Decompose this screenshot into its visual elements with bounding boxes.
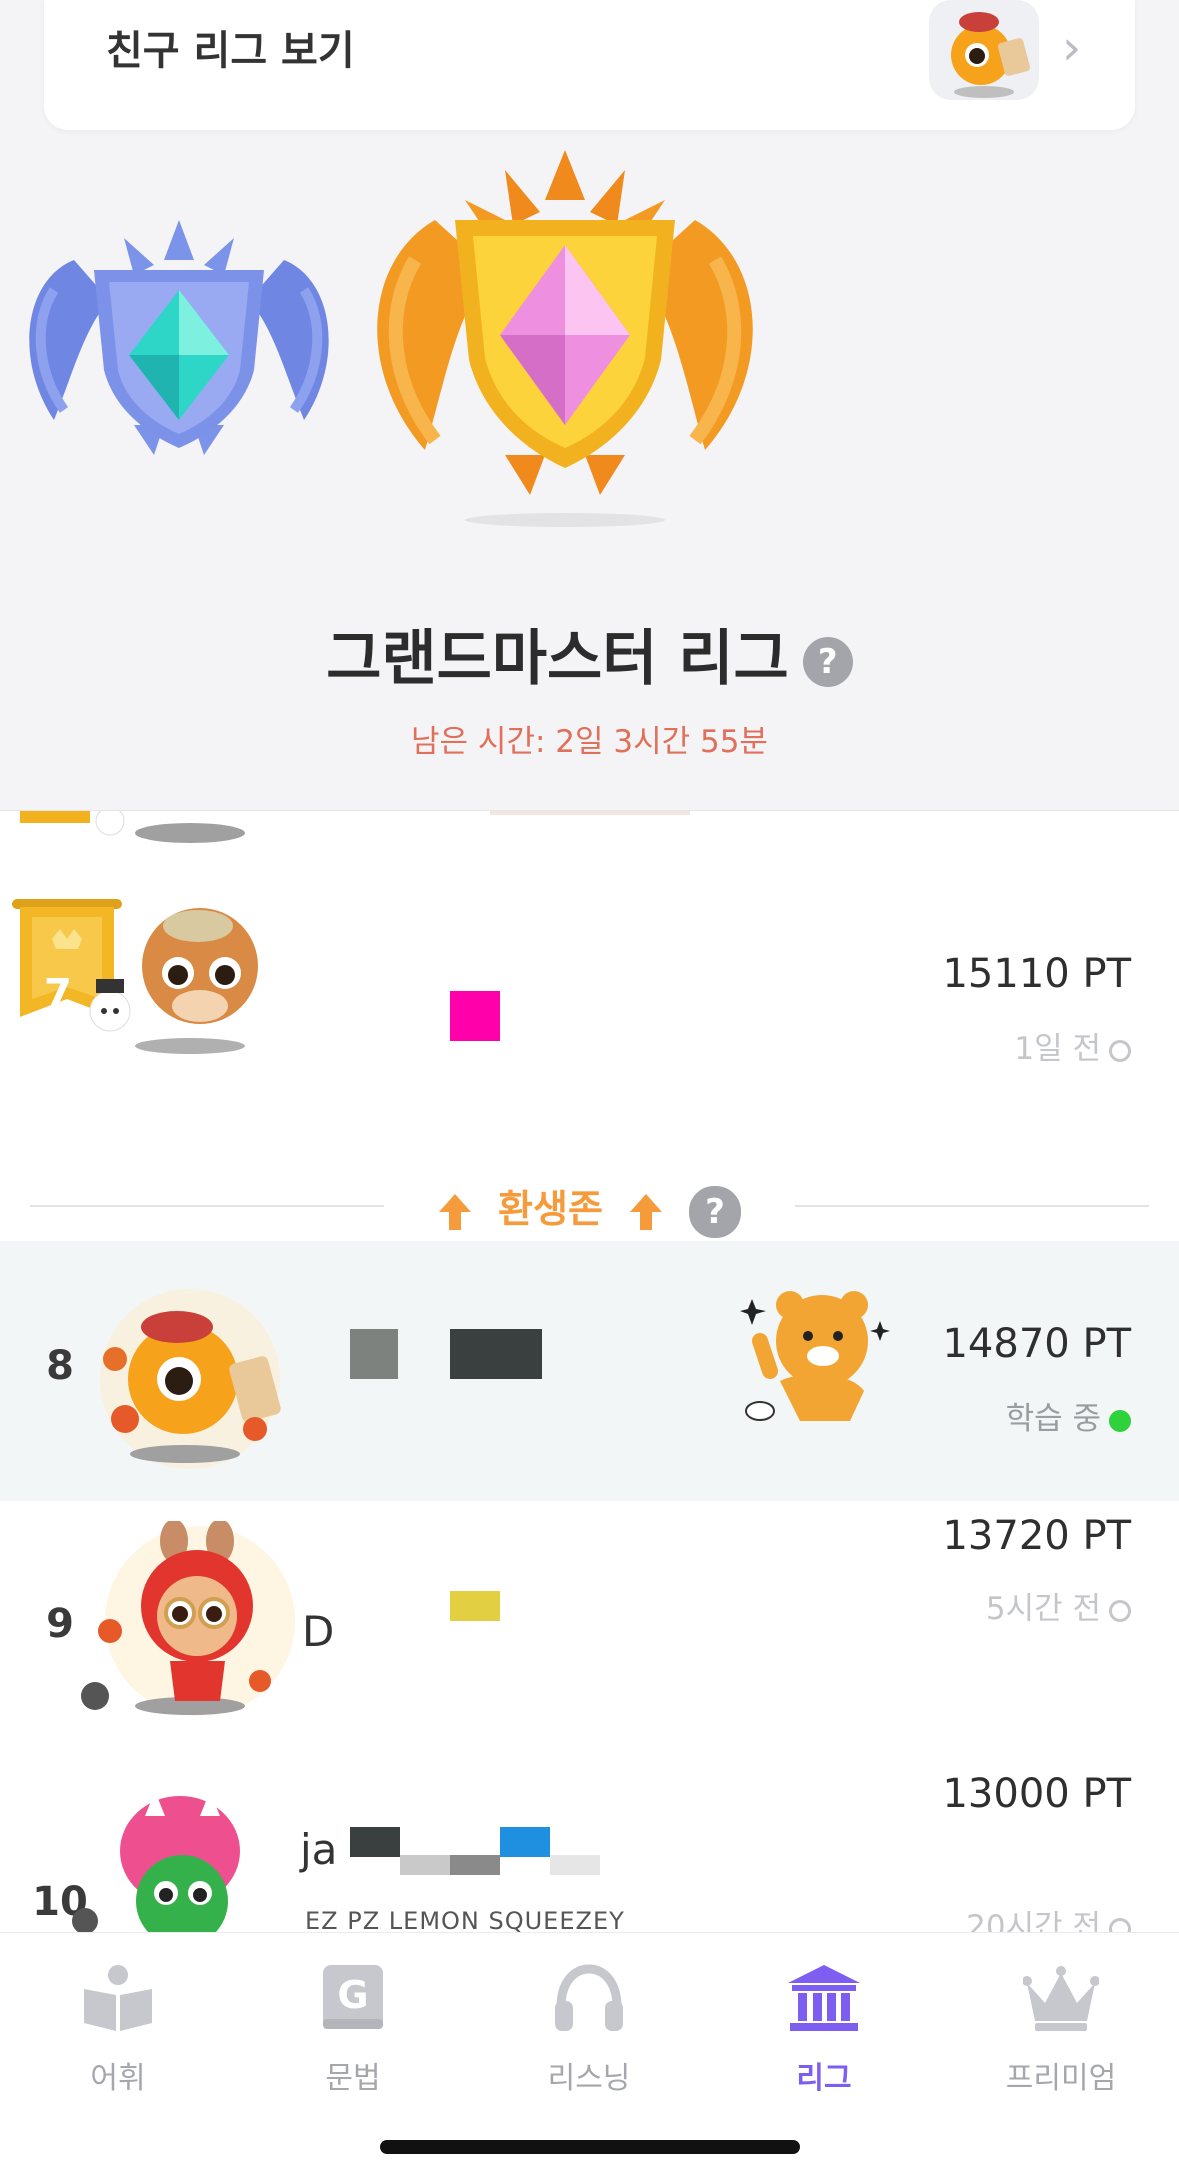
activity-status: 학습 중: [1006, 1393, 1131, 1438]
rank-number: 7: [44, 971, 72, 1017]
redacted-name: [550, 1855, 600, 1875]
league-building-icon: [788, 1965, 860, 2031]
grandmaster-league-badge-icon: [377, 150, 753, 527]
user-name-prefix: ja: [300, 1825, 338, 1874]
ranking-row-7[interactable]: 7 15110 PT 1일 전: [0, 881, 1179, 1081]
arrow-up-icon: [439, 1193, 472, 1230]
user-avatar: [89, 908, 258, 1054]
user-avatar: [81, 1521, 295, 1716]
friend-league-label: 친구 리그 보기: [106, 28, 355, 74]
redacted-name: [450, 1591, 500, 1621]
tab-label: 리스닝: [547, 2061, 631, 2096]
grammar-g-icon: G: [323, 1965, 383, 2029]
league-help-icon[interactable]: ?: [802, 637, 853, 688]
league-title-row: 그랜드마스터 리그?: [0, 610, 1179, 697]
ranking-row-10[interactable]: 10 ja EZ PZ LEMON SQUEEZEY 13000 PT 20시간…: [0, 1761, 1179, 1932]
redacted-name: [450, 991, 500, 1041]
redacted-name: [400, 1855, 450, 1875]
tab-label: 문법: [325, 2061, 381, 2096]
zone-label-row: 환생존 ?: [0, 1178, 1179, 1238]
last-seen: 5시간 전: [986, 1583, 1131, 1628]
chevron-right-icon: ›: [1062, 20, 1082, 76]
partial-row-avatar: [20, 811, 245, 843]
tab-label: 어휘: [90, 2061, 146, 2096]
user-avatar: [72, 1791, 240, 1932]
redacted-name: [350, 1329, 398, 1379]
tab-label: 프리미엄: [1005, 2061, 1117, 2096]
points: 14870 PT: [942, 1321, 1131, 1367]
tab-vocabulary[interactable]: 어휘: [23, 1963, 213, 2097]
ryan-character-icon: [740, 1291, 890, 1421]
points: 15110 PT: [942, 951, 1131, 997]
svg-text:G: G: [337, 1973, 368, 2017]
arrow-up-icon: [629, 1193, 662, 1230]
list-scroll-indicator: [490, 811, 690, 815]
status-text: 5시간 전: [985, 1591, 1101, 1627]
user-name-prefix: D: [302, 1607, 335, 1656]
diamond-league-badge-icon: [29, 220, 329, 455]
offline-dot-icon: [1109, 1917, 1131, 1932]
status-text: 학습 중: [1005, 1401, 1101, 1437]
friend-league-card[interactable]: 친구 리그 보기 ›: [44, 0, 1135, 130]
status-text: 20시간 전: [966, 1909, 1101, 1932]
headphones-icon: [555, 1964, 623, 2031]
zone-help-icon[interactable]: ?: [688, 1185, 741, 1238]
points: 13000 PT: [942, 1771, 1131, 1817]
status-text: 1일 전: [1014, 1031, 1101, 1067]
tab-league[interactable]: 리그: [729, 1963, 919, 2097]
home-indicator[interactable]: [380, 2140, 800, 2154]
tab-grammar[interactable]: G 문법: [258, 1963, 448, 2097]
league-title: 그랜드마스터 리그: [326, 624, 789, 694]
offline-dot-icon: [1109, 1599, 1131, 1622]
user-subtitle: EZ PZ LEMON SQUEEZEY: [305, 1907, 625, 1932]
zone-label: 환생존: [498, 1187, 603, 1231]
points: 13720 PT: [942, 1513, 1131, 1559]
offline-dot-icon: [1109, 1039, 1131, 1062]
redacted-name: [350, 1827, 400, 1857]
crown-icon: [1023, 1966, 1099, 2031]
time-left: 남은 시간: 2일 3시간 55분: [411, 724, 768, 760]
redacted-name: [450, 1855, 500, 1875]
last-seen: 1일 전: [1014, 1023, 1131, 1068]
tab-listening[interactable]: 리스닝: [494, 1963, 684, 2097]
redacted-name: [450, 1329, 542, 1379]
redacted-name: [500, 1827, 550, 1857]
friend-league-avatar: [929, 0, 1039, 100]
ranking-list[interactable]: 7 15110 PT 1일 전 환생존 ? 8 14870 PT 학습 중 9 …: [0, 810, 1179, 1932]
book-icon: [84, 1965, 152, 2031]
last-seen: 20시간 전: [966, 1901, 1131, 1932]
tab-label: 리그: [796, 2061, 852, 2096]
online-dot-icon: [1109, 1409, 1131, 1432]
rank-number: 8: [46, 1343, 74, 1389]
league-hero: 그랜드마스터 리그? 남은 시간: 2일 3시간 55분: [0, 130, 1179, 810]
tab-premium[interactable]: 프리미엄: [966, 1963, 1156, 2097]
user-avatar: [100, 1289, 281, 1469]
ranking-row-9[interactable]: 9 D 13720 PT 5시간 전: [0, 1501, 1179, 1761]
ranking-row-8[interactable]: 8 14870 PT 학습 중: [0, 1241, 1179, 1501]
